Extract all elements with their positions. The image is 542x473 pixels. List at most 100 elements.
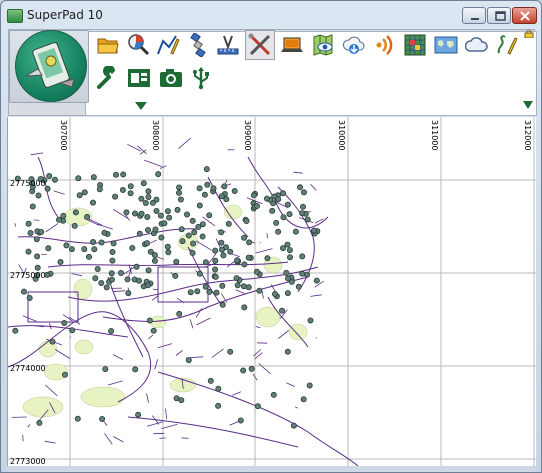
survey-point[interactable]	[300, 189, 307, 196]
gps-button[interactable]	[184, 31, 212, 59]
survey-point[interactable]	[84, 213, 91, 220]
survey-point[interactable]	[227, 248, 234, 255]
survey-point[interactable]	[237, 417, 244, 424]
survey-point[interactable]	[33, 236, 40, 243]
survey-point[interactable]	[178, 226, 185, 233]
survey-point[interactable]	[132, 366, 139, 373]
maximize-button[interactable]	[487, 7, 511, 24]
survey-point[interactable]	[76, 192, 83, 199]
survey-point[interactable]	[61, 319, 68, 326]
survey-point[interactable]	[275, 228, 282, 235]
survey-point[interactable]	[98, 279, 105, 286]
survey-point[interactable]	[185, 357, 192, 364]
survey-point[interactable]	[152, 226, 159, 233]
survey-point[interactable]	[125, 290, 132, 297]
survey-point[interactable]	[144, 282, 151, 289]
survey-point[interactable]	[144, 214, 151, 221]
survey-point[interactable]	[127, 190, 134, 197]
survey-point[interactable]	[103, 284, 110, 291]
survey-point[interactable]	[283, 269, 290, 276]
survey-point[interactable]	[110, 240, 117, 247]
survey-point[interactable]	[286, 247, 293, 254]
survey-point[interactable]	[143, 240, 150, 247]
survey-point[interactable]	[46, 173, 53, 180]
survey-point[interactable]	[284, 201, 291, 208]
survey-point[interactable]	[98, 239, 105, 246]
survey-point[interactable]	[256, 287, 263, 294]
survey-point[interactable]	[164, 243, 171, 250]
survey-point[interactable]	[286, 254, 293, 261]
survey-point[interactable]	[68, 246, 75, 253]
survey-point[interactable]	[307, 317, 314, 324]
survey-point[interactable]	[292, 228, 299, 235]
survey-point[interactable]	[12, 327, 19, 334]
survey-point[interactable]	[90, 174, 97, 181]
survey-point[interactable]	[284, 275, 291, 282]
settings-button[interactable]	[94, 64, 122, 92]
survey-point[interactable]	[190, 240, 197, 247]
survey-point[interactable]	[157, 212, 164, 219]
survey-point[interactable]	[81, 246, 88, 253]
survey-point[interactable]	[245, 284, 252, 291]
survey-point[interactable]	[34, 264, 41, 271]
survey-point[interactable]	[34, 253, 41, 260]
survey-point[interactable]	[284, 348, 291, 355]
survey-point[interactable]	[177, 196, 184, 203]
survey-point[interactable]	[299, 203, 306, 210]
survey-point[interactable]	[263, 195, 270, 202]
survey-point[interactable]	[240, 367, 247, 374]
survey-point[interactable]	[96, 186, 103, 193]
survey-point[interactable]	[273, 219, 280, 226]
survey-point[interactable]	[284, 290, 291, 297]
survey-point[interactable]	[220, 252, 227, 259]
survey-point[interactable]	[299, 253, 306, 260]
survey-point[interactable]	[280, 214, 287, 221]
survey-point[interactable]	[202, 259, 209, 266]
survey-point[interactable]	[132, 210, 139, 217]
survey-point[interactable]	[206, 212, 213, 219]
survey-point[interactable]	[176, 310, 183, 317]
survey-point[interactable]	[204, 181, 211, 188]
survey-point[interactable]	[119, 187, 126, 194]
survey-point[interactable]	[60, 212, 67, 219]
survey-point[interactable]	[207, 377, 214, 384]
survey-point[interactable]	[49, 338, 56, 345]
survey-point[interactable]	[250, 192, 257, 199]
survey-point[interactable]	[183, 211, 190, 218]
survey-point[interactable]	[75, 175, 82, 182]
survey-point[interactable]	[26, 294, 33, 301]
survey-point[interactable]	[27, 230, 34, 237]
form-button[interactable]	[124, 64, 152, 92]
survey-point[interactable]	[304, 216, 311, 223]
survey-point[interactable]	[62, 371, 69, 378]
survey-point[interactable]	[225, 220, 232, 227]
survey-point[interactable]	[241, 234, 248, 241]
survey-point[interactable]	[56, 216, 63, 223]
survey-point[interactable]	[63, 242, 70, 249]
survey-point[interactable]	[253, 203, 260, 210]
survey-point[interactable]	[102, 366, 109, 373]
draw-button[interactable]	[154, 31, 182, 59]
survey-point[interactable]	[248, 365, 255, 372]
measure-button[interactable]	[214, 31, 242, 59]
survey-point[interactable]	[199, 233, 206, 240]
survey-point[interactable]	[69, 327, 76, 334]
survey-point[interactable]	[310, 227, 317, 234]
survey-point[interactable]	[151, 257, 158, 264]
edit-button[interactable]	[493, 31, 521, 59]
download-button[interactable]	[340, 31, 368, 59]
cloud-button[interactable]	[463, 31, 491, 59]
survey-point[interactable]	[253, 268, 260, 275]
survey-point[interactable]	[158, 234, 165, 241]
camera-button[interactable]	[156, 64, 184, 92]
survey-point[interactable]	[219, 282, 226, 289]
survey-point[interactable]	[212, 247, 219, 254]
survey-point[interactable]	[299, 210, 306, 217]
survey-point[interactable]	[138, 210, 145, 217]
open-folder-button[interactable]	[94, 31, 122, 59]
survey-point[interactable]	[243, 218, 250, 225]
survey-point[interactable]	[155, 171, 162, 178]
survey-point[interactable]	[290, 422, 297, 429]
survey-point[interactable]	[279, 245, 286, 252]
survey-point[interactable]	[215, 385, 222, 392]
